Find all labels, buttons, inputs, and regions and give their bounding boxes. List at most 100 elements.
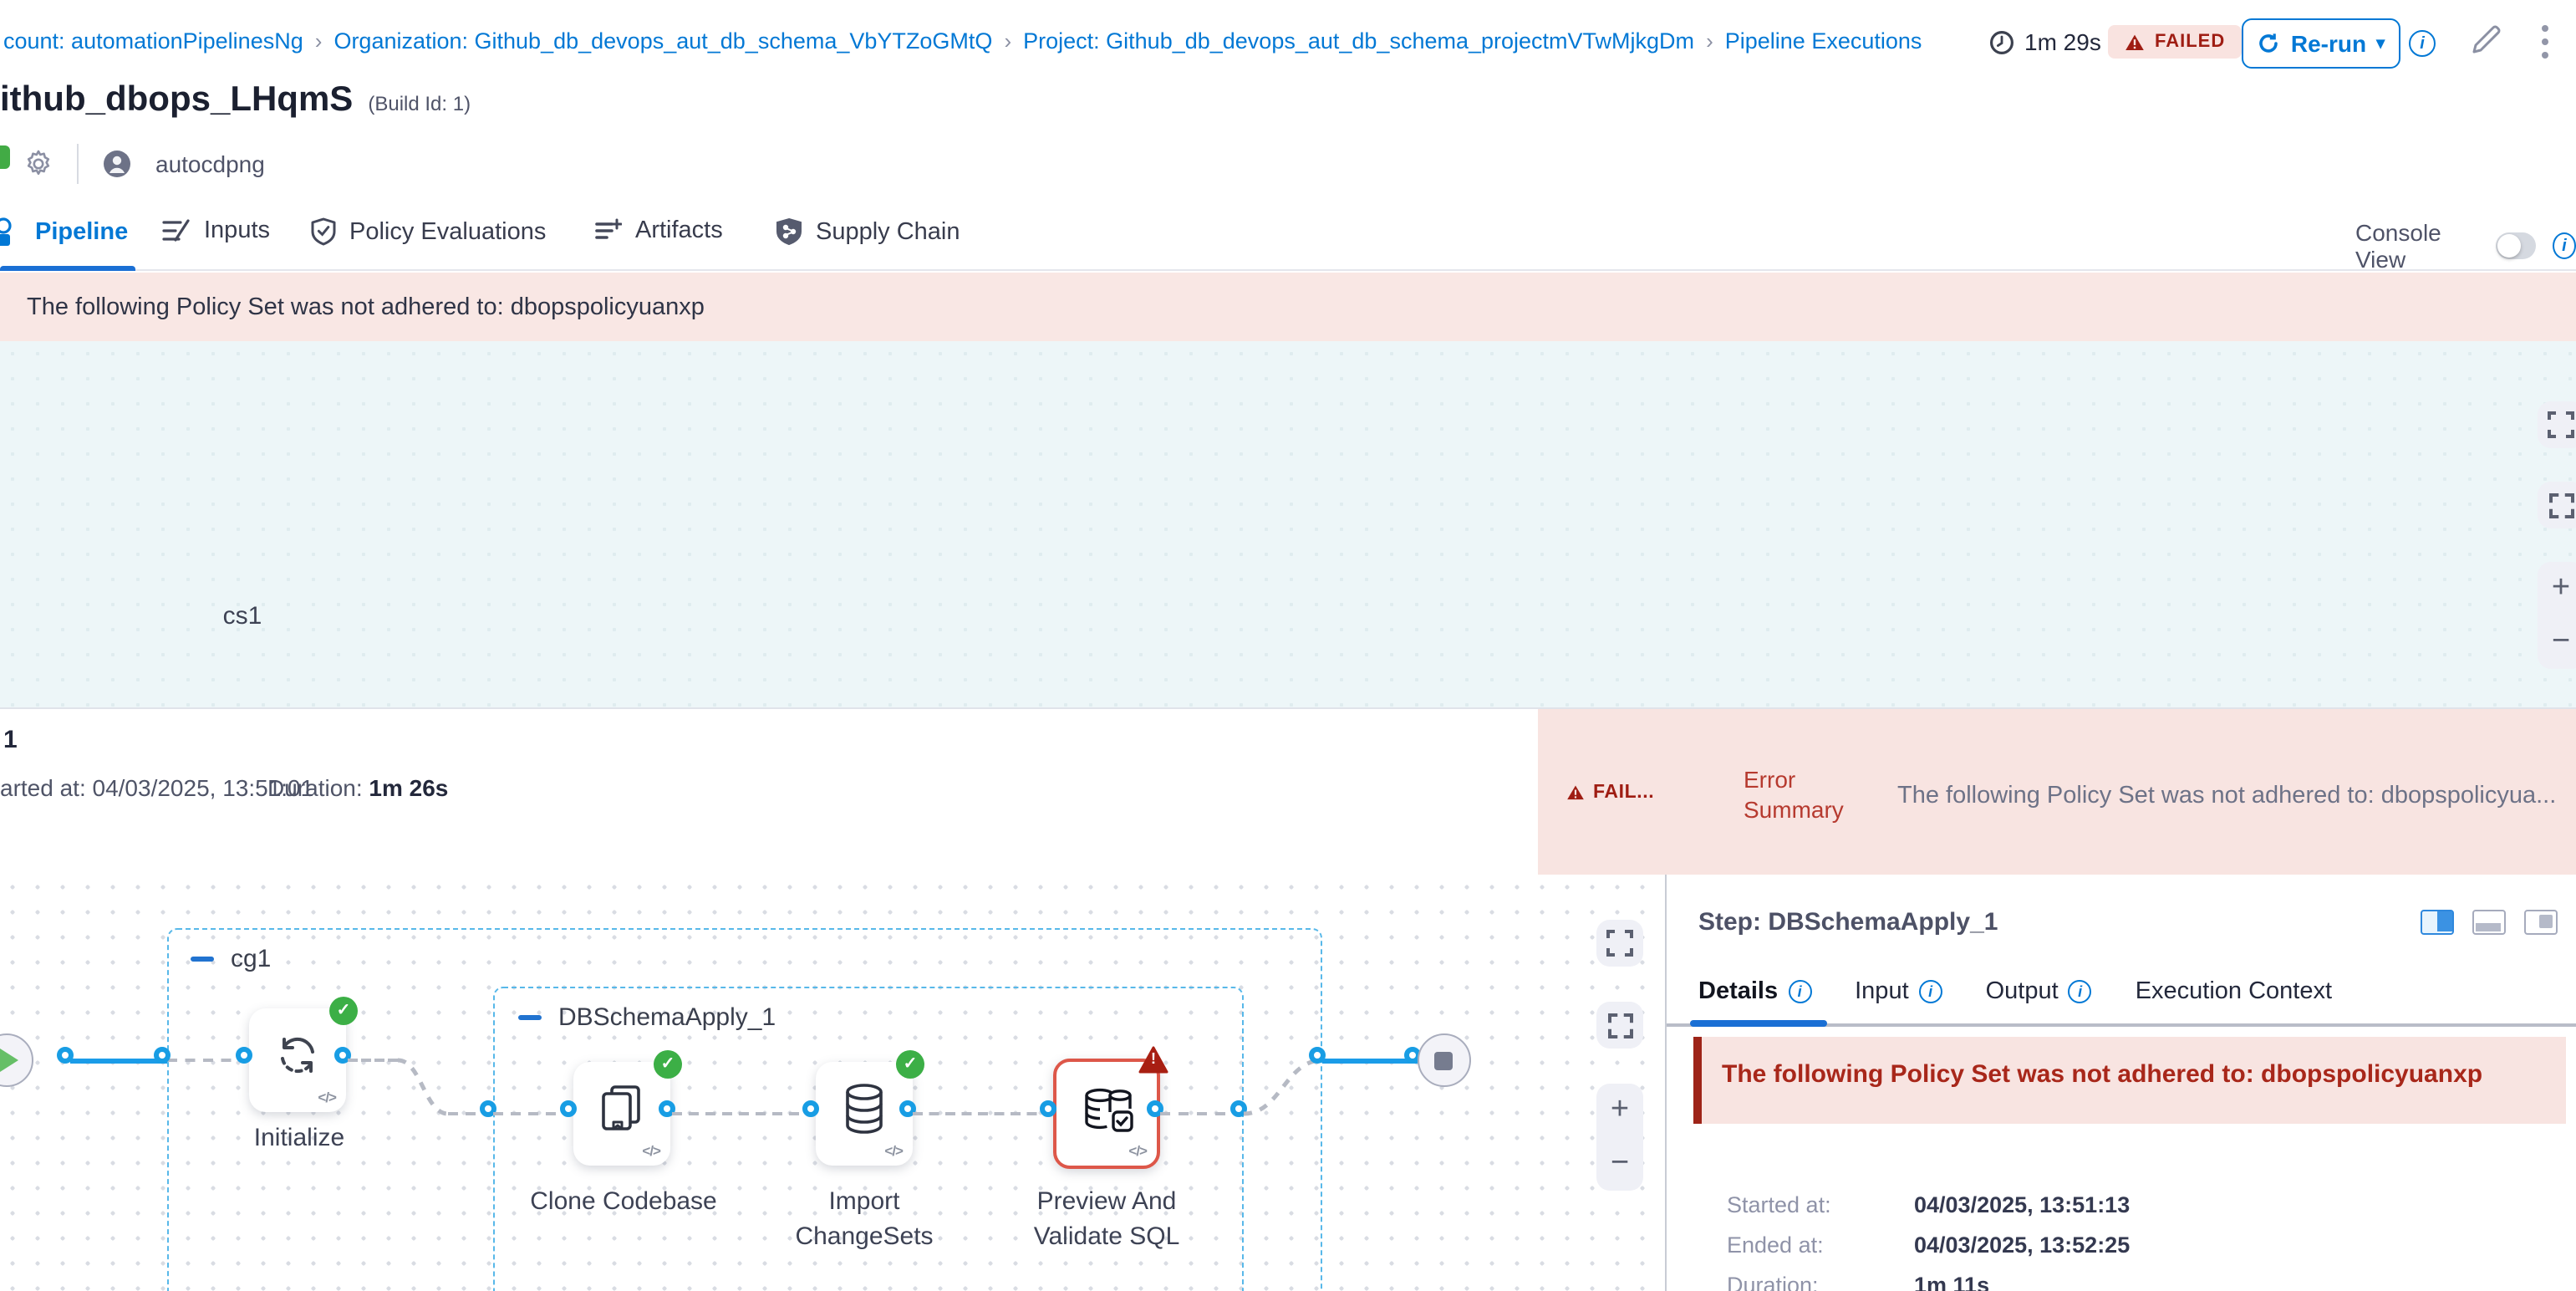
connector-port[interactable] <box>899 1100 916 1117</box>
layout-right-split-icon[interactable] <box>2421 910 2454 935</box>
stage-duration-value: 1m 26s <box>369 774 448 801</box>
more-options-icon[interactable] <box>2541 23 2554 60</box>
zoom-out-button[interactable]: − <box>1611 1146 1629 1182</box>
user-avatar-icon <box>102 149 132 179</box>
panel-layout-controls <box>2421 910 2576 935</box>
tab-supply-chain[interactable]: Supply Chain <box>776 217 960 246</box>
gear-icon[interactable] <box>23 149 53 179</box>
database-check-icon <box>1082 1082 1135 1139</box>
marquee-select-button[interactable] <box>1596 1002 1643 1049</box>
tab-output[interactable]: Output i <box>1986 978 2092 1005</box>
connector-line <box>1322 1058 1418 1063</box>
breadcrumb-project[interactable]: Project: Github_db_devops_aut_db_schema_… <box>1023 28 1694 54</box>
connector-port[interactable] <box>560 1100 577 1117</box>
details-info-icon[interactable]: i <box>1788 980 1811 1003</box>
refresh-icon <box>2258 32 2281 55</box>
page-title: ithub_dbops_LHqmS(Build Id: 1) <box>0 80 471 120</box>
breadcrumb-separator: › <box>1004 28 1011 54</box>
rerun-button[interactable]: Re-run ▾ <box>2242 18 2400 69</box>
group-dbschemaapply-label[interactable]: DBSchemaApply_1 <box>518 1003 776 1032</box>
step-label-preview-validate-sql[interactable]: Preview And Validate SQL <box>1006 1184 1207 1254</box>
collapse-icon[interactable] <box>518 1015 542 1021</box>
zoom-control[interactable]: + − <box>1596 1084 1643 1191</box>
detail-ended-value: 04/03/2025, 13:52:25 <box>1914 1232 2130 1258</box>
console-view-control: Console View i <box>2355 219 2576 273</box>
code-icon: </> <box>884 1142 903 1159</box>
fullscreen-button[interactable] <box>2538 401 2576 448</box>
layout-floating-panel-icon[interactable] <box>2524 910 2558 935</box>
connector-dashed <box>913 1111 1053 1115</box>
output-info-icon[interactable]: i <box>2069 980 2092 1003</box>
tab-pipeline[interactable]: Pipeline <box>0 217 128 246</box>
step-node-import-changesets[interactable]: </> ✓ <box>816 1062 913 1166</box>
step-label-initialize[interactable]: Initialize <box>199 1124 400 1152</box>
stage-info-title: 1 <box>3 726 18 754</box>
step-node-clone-codebase[interactable]: </> ✓ <box>573 1062 670 1166</box>
console-view-label: Console View <box>2355 219 2478 273</box>
tab-policy-evaluations-label: Policy Evaluations <box>349 218 546 245</box>
breadcrumb-account[interactable]: count: automationPipelinesNg <box>3 28 303 54</box>
zoom-in-button[interactable]: + <box>2552 570 2570 607</box>
elapsed-time: 1m 29s <box>1989 28 2101 55</box>
step-failed-icon: ! <box>1138 1045 1168 1075</box>
connector-port[interactable] <box>334 1047 351 1064</box>
step-success-icon: ✓ <box>896 1050 924 1079</box>
connector-port[interactable] <box>236 1047 252 1064</box>
input-info-icon[interactable]: i <box>1919 980 1942 1003</box>
status-text: FAILED <box>2155 32 2225 52</box>
edit-pipeline-icon[interactable] <box>2469 25 2501 57</box>
tab-artifacts[interactable]: Artifacts <box>595 217 723 244</box>
meta-row: autocdpng <box>23 144 265 184</box>
stage-duration-label: Duration: <box>267 774 363 801</box>
marquee-select-button[interactable] <box>2538 482 2576 528</box>
connector-port[interactable] <box>480 1100 496 1117</box>
zoom-in-button[interactable]: + <box>1611 1092 1629 1129</box>
database-icon <box>841 1082 888 1135</box>
step-label-import-changesets[interactable]: Import ChangeSets <box>764 1184 965 1254</box>
step-success-icon: ✓ <box>654 1050 682 1079</box>
breadcrumb-pipeline-executions[interactable]: Pipeline Executions <box>1725 28 1922 54</box>
pipeline-stage-graph[interactable]: </> </> ! cs1 + − <box>0 341 2576 709</box>
rerun-label: Re-run <box>2291 30 2366 57</box>
step-node-initialize[interactable]: </> ✓ <box>249 1008 346 1112</box>
execution-info-icon[interactable]: i <box>2409 30 2436 57</box>
connector-curve <box>398 1057 448 1117</box>
zoom-control[interactable]: + − <box>2538 562 2576 669</box>
step-node-preview-validate-sql[interactable]: </> ! <box>1053 1059 1160 1169</box>
status-badge: FAILED <box>2108 25 2242 59</box>
collapse-icon[interactable] <box>191 957 214 962</box>
console-view-toggle[interactable] <box>2495 232 2535 259</box>
breadcrumb-organization[interactable]: Organization: Github_db_devops_aut_db_sc… <box>333 28 992 54</box>
zoom-out-button[interactable]: − <box>2552 624 2570 661</box>
tab-inputs[interactable]: Inputs <box>162 217 270 244</box>
step-label-clone-codebase[interactable]: Clone Codebase <box>523 1184 724 1219</box>
tab-input[interactable]: Input i <box>1855 978 1942 1005</box>
clock-icon <box>1989 29 2014 54</box>
step-success-icon: ✓ <box>329 997 358 1025</box>
clone-codebase-icon <box>597 1082 647 1135</box>
connector-port[interactable] <box>154 1047 171 1064</box>
console-view-info-icon[interactable]: i <box>2553 232 2576 259</box>
step-panel-title: Step: DBSchemaApply_1 <box>1698 908 1998 936</box>
connector-port[interactable] <box>1147 1100 1163 1117</box>
tab-execution-context[interactable]: Execution Context <box>2136 978 2332 1005</box>
connector-port[interactable] <box>57 1047 74 1064</box>
connector-port[interactable] <box>1040 1100 1056 1117</box>
stage-label[interactable]: cs1 <box>164 602 321 630</box>
step-error-message: The following Policy Set was not adhered… <box>1693 1037 2566 1124</box>
stage-started-at: arted at: 04/03/2025, 13:51:01 <box>0 774 313 801</box>
connector-port[interactable] <box>659 1100 675 1117</box>
connector-port[interactable] <box>802 1100 819 1117</box>
error-summary-text: The following Policy Set was not adhered… <box>1897 783 2576 809</box>
step-execution-graph[interactable]: cg1 DBSchemaApply_1 </> ✓ Initialize <box>0 875 1665 1291</box>
tab-details[interactable]: Details i <box>1698 978 1811 1005</box>
panel-active-tab-underline <box>1690 1020 1827 1027</box>
fullscreen-button[interactable] <box>1596 920 1643 967</box>
shield-check-icon <box>311 217 336 246</box>
layout-bottom-panel-icon[interactable] <box>2472 910 2506 935</box>
tab-policy-evaluations[interactable]: Policy Evaluations <box>311 217 546 246</box>
group-cg1-label[interactable]: cg1 <box>191 945 271 973</box>
warning-triangle-icon <box>2125 33 2145 51</box>
build-id: (Build Id: 1) <box>368 92 471 115</box>
detail-row-started: Started at: 04/03/2025, 13:51:13 <box>1727 1192 1831 1217</box>
